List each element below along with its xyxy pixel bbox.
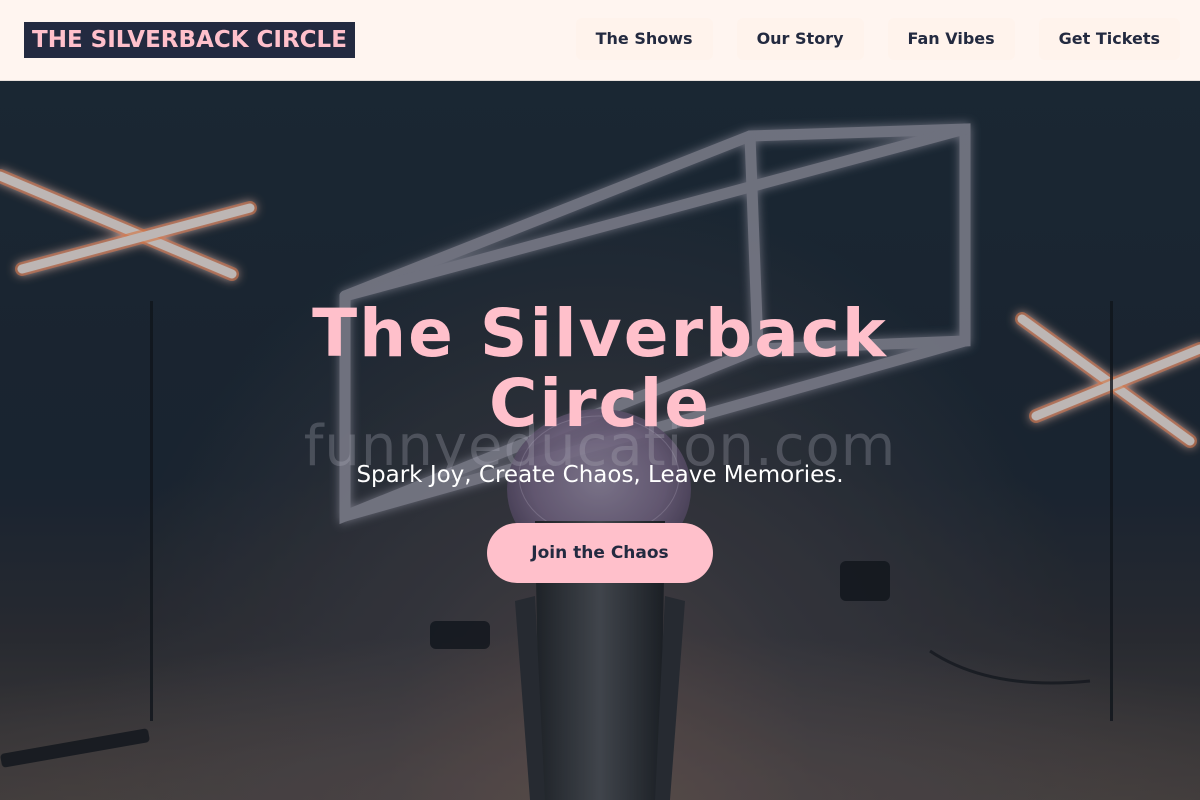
hero-section: funnyeducation.com The Silverback Circle… xyxy=(0,81,1200,800)
hero-content: funnyeducation.com The Silverback Circle… xyxy=(0,81,1200,800)
nav-link-our-story[interactable]: Our Story xyxy=(736,18,864,60)
nav-link-get-tickets[interactable]: Get Tickets xyxy=(1038,18,1180,60)
main-nav: The Shows Our Story Fan Vibes Get Ticket… xyxy=(575,18,1180,60)
nav-link-the-shows[interactable]: The Shows xyxy=(575,18,713,60)
site-header: THE SILVERBACK CIRCLE The Shows Our Stor… xyxy=(0,0,1200,81)
nav-link-fan-vibes[interactable]: Fan Vibes xyxy=(887,18,1015,60)
hero-title: The Silverback Circle xyxy=(312,295,888,442)
hero-subtitle: Spark Joy, Create Chaos, Leave Memories. xyxy=(356,462,844,488)
site-logo[interactable]: THE SILVERBACK CIRCLE xyxy=(24,22,355,58)
join-the-chaos-button[interactable]: Join the Chaos xyxy=(487,523,713,583)
